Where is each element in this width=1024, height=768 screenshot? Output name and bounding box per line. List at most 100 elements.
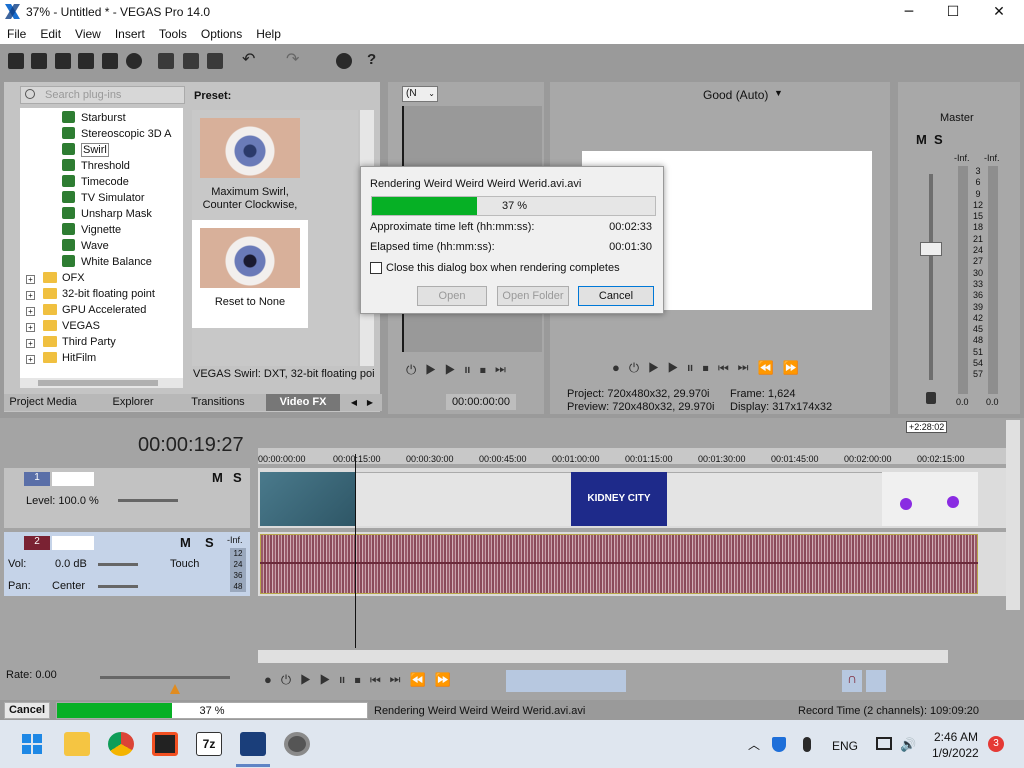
audio-waveform-clip[interactable] <box>260 534 978 594</box>
network-icon[interactable] <box>876 737 892 750</box>
tab-project-media[interactable]: Project Media <box>4 394 82 411</box>
redo-icon[interactable]: ↷ <box>286 52 302 69</box>
new-project-icon[interactable] <box>8 53 24 69</box>
preset-item-selected[interactable]: Reset to None <box>192 220 308 328</box>
notification-badge[interactable]: 3 <box>988 736 1004 752</box>
plugin-folder[interactable]: + HitFilm <box>26 350 96 366</box>
plugin-item[interactable]: Wave <box>62 238 109 254</box>
menu-help[interactable]: Help <box>249 27 288 41</box>
vegas-taskbar-icon[interactable] <box>240 732 266 756</box>
copy-icon[interactable] <box>183 53 199 69</box>
file-explorer-icon[interactable] <box>64 732 90 756</box>
plugin-folder[interactable]: + OFX <box>26 270 85 286</box>
tab-scroll-left-icon[interactable]: ◀ <box>348 394 360 411</box>
tab-transitions[interactable]: Transitions <box>180 394 256 411</box>
plugin-tree-hscrollbar[interactable] <box>20 378 183 388</box>
quality-dropdown-icon[interactable]: ▼ <box>774 88 783 98</box>
expand-icon[interactable]: + <box>26 323 35 332</box>
windows-start-icon[interactable] <box>22 734 42 754</box>
video-track-s-button[interactable]: S <box>233 470 242 485</box>
plugin-item[interactable]: Threshold <box>62 158 130 174</box>
open-icon[interactable] <box>31 53 47 69</box>
chrome-icon[interactable] <box>108 732 134 756</box>
trimmer-zoom-select[interactable]: (N ⌄ <box>402 86 438 102</box>
plugin-item[interactable]: Stereoscopic 3D A <box>62 126 172 142</box>
plugin-folder[interactable]: + Third Party <box>26 334 116 350</box>
expand-icon[interactable]: + <box>26 291 35 300</box>
plugin-manager-icon[interactable] <box>336 53 352 69</box>
tab-scroll-right-icon[interactable]: ▶ <box>364 394 376 411</box>
menu-file[interactable]: File <box>0 27 33 41</box>
open-button[interactable]: Open <box>417 286 487 306</box>
expand-icon[interactable]: + <box>26 339 35 348</box>
menu-options[interactable]: Options <box>194 27 249 41</box>
menu-insert[interactable]: Insert <box>108 27 152 41</box>
video-clip-1[interactable] <box>260 472 356 526</box>
menu-tools[interactable]: Tools <box>152 27 194 41</box>
close-when-done-checkbox[interactable] <box>370 262 382 274</box>
tray-chevron-icon[interactable]: ︿ <box>748 736 760 753</box>
close-when-done-label[interactable]: Close this dialog box when rendering com… <box>386 262 620 274</box>
maximize-button[interactable]: ☐ <box>930 0 976 24</box>
audio-vol-slider[interactable] <box>98 563 138 566</box>
store-icon[interactable] <box>152 732 178 756</box>
microphone-icon[interactable] <box>803 737 811 752</box>
expand-icon[interactable]: + <box>26 355 35 364</box>
tab-video-fx[interactable]: Video FX <box>266 394 340 411</box>
properties-gear-icon[interactable] <box>126 53 142 69</box>
playhead-cursor[interactable] <box>355 454 356 648</box>
master-fader-handle[interactable] <box>920 242 942 256</box>
plugin-item-selected[interactable]: Swirl <box>62 142 109 158</box>
video-track-name-field[interactable] <box>52 472 94 486</box>
video-clip-thumbnail-end[interactable] <box>882 472 978 526</box>
audio-track-s-button[interactable]: S <box>205 535 214 550</box>
paste-icon[interactable] <box>207 53 223 69</box>
settings-gear-icon[interactable] <box>284 732 310 756</box>
timeline-hscrollbar[interactable] <box>258 650 948 663</box>
tab-explorer[interactable]: Explorer <box>96 394 170 411</box>
plugin-item[interactable]: Timecode <box>62 174 129 190</box>
snap-magnet-icon[interactable]: ∩ <box>842 670 862 692</box>
plugin-item[interactable]: Starburst <box>62 110 126 126</box>
menu-view[interactable]: View <box>68 27 108 41</box>
plugin-item[interactable]: Unsharp Mask <box>62 206 152 222</box>
expand-icon[interactable]: + <box>26 307 35 316</box>
cut-icon[interactable] <box>158 53 174 69</box>
undo-icon[interactable]: ↶ <box>242 52 258 69</box>
status-cancel-button[interactable]: Cancel <box>4 702 50 719</box>
video-level-slider[interactable] <box>118 499 178 502</box>
expand-icon[interactable]: + <box>26 275 35 284</box>
save-icon[interactable] <box>55 53 71 69</box>
video-track-m-button[interactable]: M <box>212 470 223 485</box>
plugin-search-box[interactable]: Search plug-ins <box>20 86 185 104</box>
render-icon[interactable] <box>102 53 118 69</box>
audio-track-name-field[interactable] <box>52 536 94 550</box>
plugin-folder[interactable]: + VEGAS <box>26 318 100 334</box>
lock-icon[interactable] <box>926 392 936 404</box>
plugin-item[interactable]: Vignette <box>62 222 121 238</box>
timeline-vscrollbar[interactable] <box>1006 420 1020 610</box>
audio-pan-slider[interactable] <box>98 585 138 588</box>
clock-time[interactable]: 2:46 AM <box>934 730 978 744</box>
menu-edit[interactable]: Edit <box>33 27 68 41</box>
language-indicator[interactable]: ENG <box>832 739 858 753</box>
rate-slider[interactable] <box>100 676 230 679</box>
plugin-folder[interactable]: +32-bit floating point <box>26 286 155 302</box>
plugin-item[interactable]: White Balance <box>62 254 152 270</box>
video-clip-thumbnail[interactable]: KIDNEY CITY <box>571 472 667 526</box>
help-icon[interactable]: ? <box>367 52 383 69</box>
save-as-icon[interactable] <box>78 53 94 69</box>
auto-ripple-icon[interactable] <box>866 670 886 692</box>
defender-icon[interactable] <box>772 737 786 752</box>
plugin-folder[interactable]: + GPU Accelerated <box>26 302 146 318</box>
clock-date[interactable]: 1/9/2022 <box>932 746 979 760</box>
volume-icon[interactable]: 🔊 <box>900 737 916 753</box>
touch-mode[interactable]: Touch <box>170 558 199 570</box>
7zip-icon[interactable]: 7z <box>196 732 222 756</box>
audio-track-m-button[interactable]: M <box>180 535 191 550</box>
preset-item[interactable]: Maximum Swirl, Counter Clockwise, <box>192 110 308 216</box>
minimize-button[interactable]: ─ <box>886 0 932 24</box>
open-folder-button[interactable]: Open Folder <box>497 286 569 306</box>
preview-quality[interactable]: Good (Auto) <box>703 88 768 102</box>
render-cancel-button[interactable]: Cancel <box>578 286 654 306</box>
